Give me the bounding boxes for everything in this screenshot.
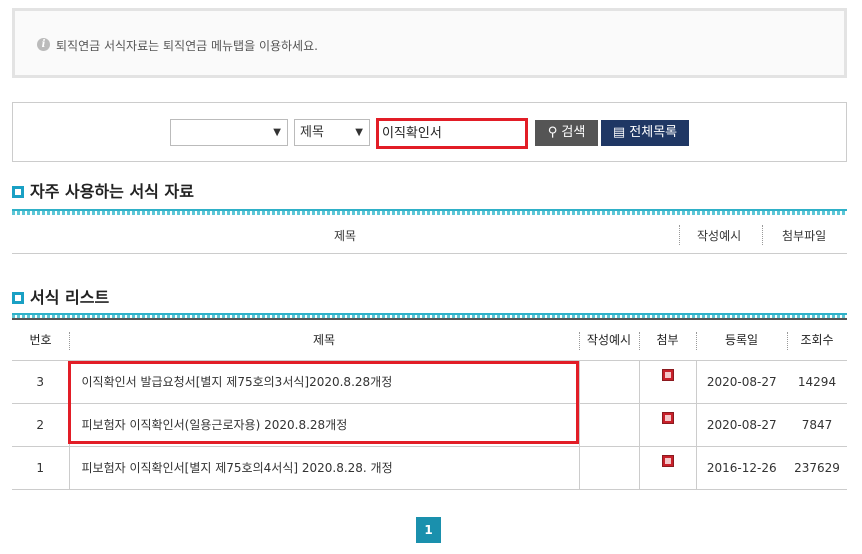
row-no: 2	[12, 403, 69, 447]
notice-text: 퇴직연금 서식자료는 퇴직연금 메뉴탭을 이용하세요.	[56, 39, 318, 53]
page-1-button[interactable]: 1	[416, 517, 441, 543]
search-icon: ⚲	[547, 125, 558, 140]
table-row[interactable]: 2 피보험자 이직확인서(일용근로자용) 2020.8.28개정 2020-08…	[12, 403, 847, 447]
file-download-icon[interactable]	[661, 411, 674, 424]
row-example	[578, 446, 639, 490]
row-example	[578, 360, 639, 404]
field-select[interactable]: 제목 ▼	[294, 119, 370, 146]
row-attach	[638, 360, 696, 404]
favorites-col-title: 제목	[334, 229, 357, 243]
forms-table-header: 번호 제목 작성예시 첨부 등록일 조회수	[12, 319, 847, 361]
forms-table: 번호 제목 작성예시 첨부 등록일 조회수 3 이직확인서 발급요청서[별지 제…	[12, 318, 847, 490]
row-example	[578, 403, 639, 447]
row-title-link[interactable]: 이직확인서 발급요청서[별지 제75호의3서식]2020.8.28개정	[68, 360, 579, 404]
row-attach	[638, 446, 696, 490]
forms-heading: 서식 리스트	[12, 284, 109, 308]
favorites-title: 자주 사용하는 서식 자료	[30, 182, 194, 201]
section-divider	[12, 209, 847, 215]
list-all-button[interactable]: ▤ 전체목록	[601, 120, 689, 146]
square-bullet-icon	[12, 186, 24, 198]
col-attach: 첨부	[639, 319, 696, 361]
favorites-table-header: 제목 작성예시 첨부파일	[12, 216, 847, 254]
row-no: 3	[12, 360, 69, 404]
col-title: 제목	[69, 319, 579, 361]
row-views: 7847	[787, 403, 847, 447]
chevron-down-icon: ▼	[273, 127, 281, 138]
row-no: 1	[12, 446, 69, 490]
table-row[interactable]: 3 이직확인서 발급요청서[별지 제75호의3서식]2020.8.28개정 20…	[12, 360, 847, 404]
search-input[interactable]: 이직확인서	[376, 118, 528, 149]
search-button-label: 검색	[561, 125, 586, 140]
document-icon: ▤	[612, 125, 626, 140]
col-no: 번호	[12, 319, 69, 361]
chevron-down-icon: ▼	[355, 127, 363, 138]
row-date: 2020-08-27	[695, 403, 787, 447]
search-bar: ▼ 제목 ▼ 이직확인서 ⚲ 검색 ▤ 전체목록	[12, 102, 847, 162]
field-select-value: 제목	[300, 125, 324, 140]
search-button[interactable]: ⚲ 검색	[535, 120, 598, 146]
col-date: 등록일	[696, 319, 787, 361]
row-date: 2016-12-26	[695, 446, 787, 490]
list-all-button-label: 전체목록	[629, 125, 678, 140]
favorites-col-example: 작성예시	[697, 229, 742, 243]
row-title-link[interactable]: 피보험자 이직확인서[별지 제75호의4서식] 2020.8.28. 개정	[68, 446, 579, 490]
table-row[interactable]: 1 피보험자 이직확인서[별지 제75호의4서식] 2020.8.28. 개정 …	[12, 446, 847, 490]
favorites-col-attachment: 첨부파일	[782, 229, 827, 243]
column-divider	[762, 225, 763, 245]
col-views: 조회수	[787, 319, 847, 361]
col-example: 작성예시	[579, 319, 639, 361]
category-select[interactable]: ▼	[170, 119, 288, 146]
forms-title: 서식 리스트	[30, 288, 110, 307]
square-bullet-icon	[12, 292, 24, 304]
favorites-heading: 자주 사용하는 서식 자료	[12, 178, 194, 202]
file-download-icon[interactable]	[661, 368, 674, 381]
row-title-link[interactable]: 피보험자 이직확인서(일용근로자용) 2020.8.28개정	[68, 403, 579, 447]
notice-box: i 퇴직연금 서식자료는 퇴직연금 메뉴탭을 이용하세요.	[12, 8, 847, 78]
column-divider	[679, 225, 680, 245]
row-date: 2020-08-27	[695, 360, 787, 404]
row-views: 237629	[787, 446, 847, 490]
info-icon: i	[37, 38, 50, 51]
row-attach	[638, 403, 696, 447]
row-views: 14294	[787, 360, 847, 404]
file-download-icon[interactable]	[661, 454, 674, 467]
